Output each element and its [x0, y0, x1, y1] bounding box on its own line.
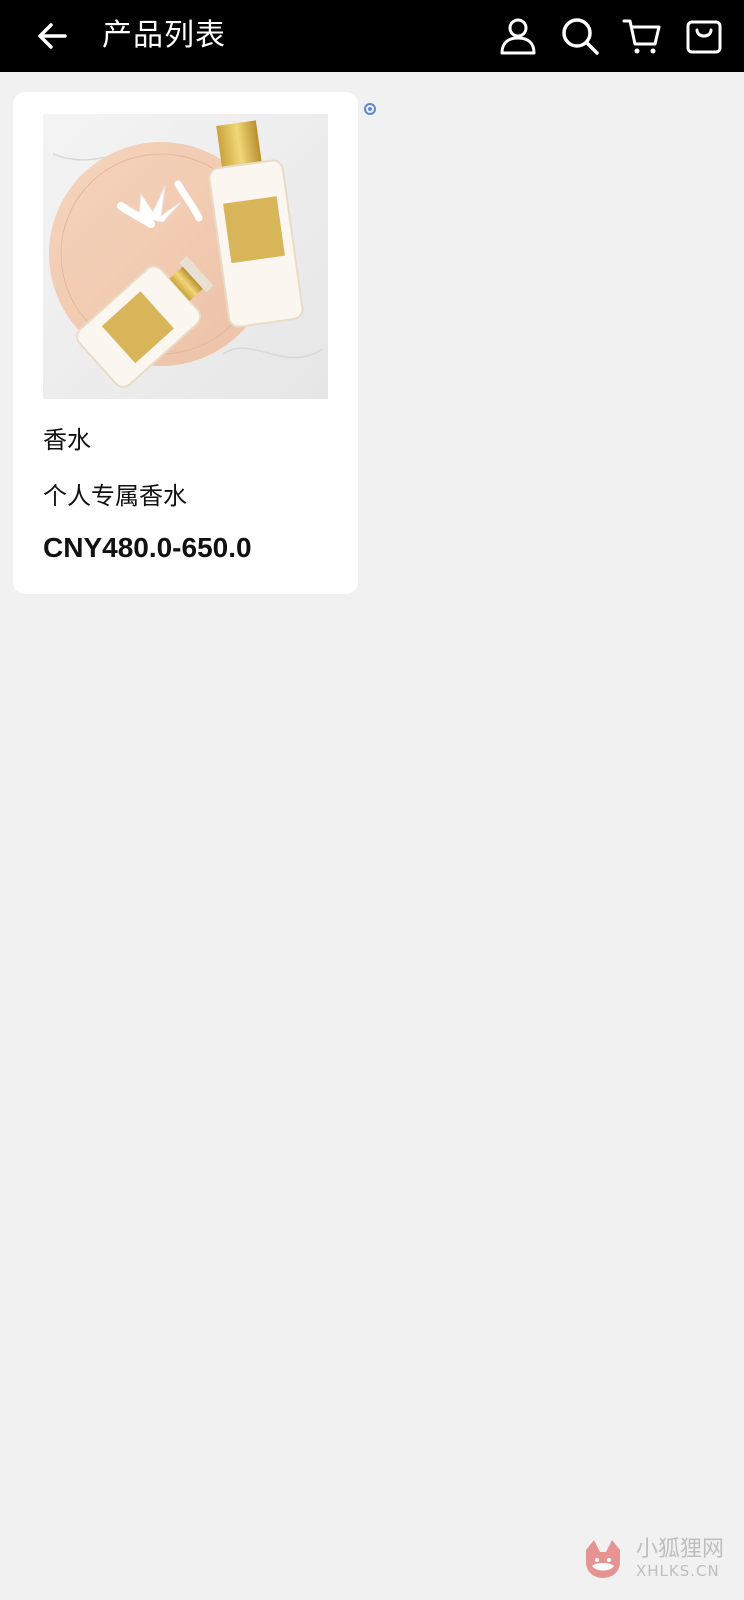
product-image[interactable]: [43, 114, 328, 399]
top-app-bar: 产品列表: [0, 0, 744, 72]
cart-icon: [622, 19, 661, 54]
product-name: 香水: [43, 426, 91, 454]
user-icon: [500, 18, 536, 55]
shopping-bag-icon: [686, 20, 722, 54]
product-price: CNY480.0-650.0: [43, 532, 252, 563]
product-card[interactable]: 香水 个人专属香水 CNY480.0-650.0: [13, 92, 358, 594]
search-button[interactable]: [558, 10, 602, 62]
product-subtitle: 个人专属香水: [43, 482, 187, 510]
perfume-product-image: [43, 114, 328, 399]
search-icon: [562, 18, 599, 55]
watermark: 小狐狸网 XHLKS.CN: [580, 1536, 724, 1582]
selection-indicator: [364, 103, 376, 115]
page-title: 产品列表: [102, 18, 226, 53]
fox-logo-icon: [585, 1540, 620, 1578]
back-button[interactable]: [30, 14, 74, 58]
watermark-text: 小狐狸网 XHLKS.CN: [635, 1537, 724, 1581]
header-actions: [496, 10, 726, 62]
watermark-text-cn: 小狐狸网: [635, 1537, 724, 1562]
cart-button[interactable]: [620, 10, 664, 62]
account-button[interactable]: [496, 10, 540, 62]
watermark-text-en: XHLKS.CN: [635, 1562, 720, 1580]
back-arrow-icon: [38, 23, 67, 49]
bag-button[interactable]: [682, 10, 726, 62]
